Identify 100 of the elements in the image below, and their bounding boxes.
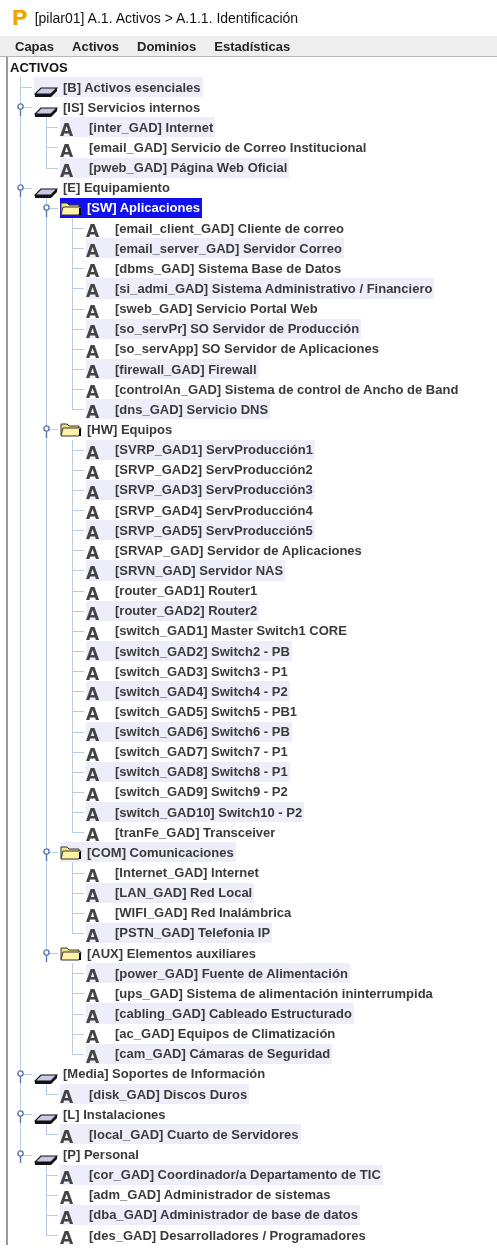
tree-item[interactable]: A [router_GAD2] Router2: [86, 600, 260, 621]
asset-icon: A: [60, 1207, 80, 1228]
node-label: [email_client_GAD] Cliente de correo: [115, 220, 344, 236]
tree-item[interactable]: A [switch_GAD6] Switch6 - PB: [86, 721, 292, 742]
node-label: [power_GAD] Fuente de Alimentación: [115, 965, 348, 981]
node-label: [Media] Soportes de Información: [63, 1066, 266, 1082]
tree-item[interactable]: A [local_GAD] Cuarto de Servidores: [60, 1124, 301, 1145]
tree-item[interactable]: A [SVRP_GAD1] ServProducción1: [86, 439, 315, 460]
node-label: [dba_GAD] Administrador de base de datos: [89, 1207, 358, 1223]
layer-icon: [34, 186, 58, 199]
node-label: [switch_GAD3] Switch3 - P1: [115, 663, 288, 679]
tree-item[interactable]: A [disk_GAD] Discos Duros: [60, 1084, 250, 1105]
node-label: [cam_GAD] Cámaras de Seguridad: [115, 1046, 331, 1062]
node-label: [dbms_GAD] Sistema Base de Datos: [115, 260, 342, 276]
expand-handle-icon[interactable]: [16, 1110, 25, 1124]
tree-item[interactable]: A [firewall_GAD] Firewall: [86, 358, 259, 380]
node-label: [IS] Servicios internos: [63, 99, 201, 115]
tree-item[interactable]: A [si_admi_GAD] Sistema Administrativo / Financiero: [86, 278, 435, 299]
asset-icon: A: [60, 1228, 80, 1249]
node-label: [ups_GAD] Sistema de alimentación ininterrumpida: [115, 985, 433, 1001]
expand-handle-icon[interactable]: [16, 183, 25, 197]
tree-item[interactable]: A [Internet_GAD] Internet: [86, 862, 261, 883]
node-label: [des_GAD] Desarrolladores / Programadores: [89, 1227, 366, 1243]
node-label: [email_GAD] Servicio de Correo Institucional: [89, 140, 367, 155]
tree-item[interactable]: [SW] Aplicaciones: [60, 197, 202, 218]
tree-item[interactable]: [IS] Servicios internos: [34, 97, 203, 118]
expand-handle-icon[interactable]: [42, 203, 51, 217]
node-label: [router_GAD2] Router2: [115, 603, 258, 619]
layer-icon: [34, 1153, 58, 1166]
tree-item[interactable]: A [dns_GAD] Servicio DNS: [86, 399, 271, 420]
node-label: [local_GAD] Cuarto de Servidores: [89, 1126, 299, 1142]
node-label: [firewall_GAD] Firewall: [115, 361, 257, 377]
node-label: [L] Instalaciones: [63, 1106, 166, 1122]
node-label: [sweb_GAD] Servicio Portal Web: [115, 301, 318, 317]
tree-item[interactable]: A [email_server_GAD] Servidor Correo: [86, 238, 344, 259]
node-label: [SRVP_GAD2] ServProducción2: [115, 462, 313, 478]
node-label: [disk_GAD] Discos Duros: [89, 1086, 248, 1102]
node-label: [PSTN_GAD] Telefonia IP: [115, 925, 271, 941]
window-title: [pilar01] A.1. Activos > A.1.1. Identificación: [34, 10, 299, 26]
app-logo: P: [12, 5, 27, 31]
tree-item[interactable]: A [switch_GAD8] Switch8 - P1: [86, 761, 290, 782]
tree-item[interactable]: A [switch_GAD10] Switch10 - P2: [86, 802, 305, 823]
tree-item[interactable]: A [dba_GAD] Administrador de base de datos: [60, 1204, 360, 1225]
expand-handle-icon[interactable]: [42, 949, 51, 963]
node-label: [so_servApp] SO Servidor de Aplicaciones: [115, 341, 379, 357]
expand-handle-icon[interactable]: [16, 1069, 25, 1083]
tree-item[interactable]: A [inter_GAD] Internet: [60, 117, 216, 138]
tree-item[interactable]: A [des_GAD] Desarrolladores / Programadores: [60, 1225, 368, 1246]
node-label: [router_GAD1] Router1: [115, 583, 258, 599]
node-label: [AUX] Elementos auxiliares: [87, 945, 257, 961]
asset-icon: A: [86, 785, 106, 805]
tree-item[interactable]: A [switch_GAD4] Switch4 - P2: [86, 681, 290, 702]
menu-item[interactable]: Dominios: [128, 38, 206, 54]
expand-handle-icon[interactable]: [16, 103, 25, 117]
node-label: [SRVP_GAD5] ServProducción5: [115, 522, 313, 538]
node-label: [so_servPr] SO Servidor de Producción: [115, 321, 360, 337]
menu-item[interactable]: Activos: [63, 38, 128, 54]
node-label: [switch_GAD8] Switch8 - P1: [115, 764, 288, 780]
tree-item[interactable]: A [SRVP_GAD5] ServProducción5: [86, 520, 315, 541]
tree-item[interactable]: A [email_client_GAD] Cliente de correo: [86, 218, 346, 239]
tree-item[interactable]: A [cabling_GAD] Cableado Estructurado: [86, 1003, 354, 1024]
node-label: [pweb_GAD] Página Web Oficial: [89, 160, 288, 176]
folder-icon: [60, 844, 82, 861]
node-label: [inter_GAD] Internet: [89, 119, 214, 135]
node-label: [SRVP_GAD3] ServProducción3: [115, 482, 313, 498]
node-label: [WIFI_GAD] Red Inalámbrica: [115, 905, 292, 921]
tree-item[interactable]: A [PSTN_GAD] Telefonia IP: [86, 922, 273, 944]
tree-item[interactable]: A [cor_GAD] Coordinador/a Departamento de TIC: [60, 1164, 383, 1185]
node-label: [E] Equipamiento: [63, 180, 170, 196]
menu-item[interactable]: Capas: [6, 38, 64, 54]
tree-item[interactable]: [B] Activos esenciales: [34, 77, 203, 98]
node-label: [ac_GAD] Equipos de Climatización: [115, 1026, 336, 1042]
node-label: [HW] Equipos: [87, 421, 173, 437]
tree-item[interactable]: A [cam_GAD] Cámaras de Seguridad: [86, 1043, 333, 1064]
tree-item[interactable]: A [pweb_GAD] Página Web Oficial: [60, 157, 290, 178]
tree-item[interactable]: A [switch_GAD2] Switch2 - PB: [86, 640, 292, 662]
tree-item[interactable]: [AUX] Elementos auxiliares: [60, 943, 259, 964]
expand-handle-icon[interactable]: [16, 1150, 25, 1164]
node-label: [P] Personal: [63, 1147, 139, 1162]
node-label: [switch_GAD9] Switch9 - P2: [115, 784, 288, 800]
node-label: [Internet_GAD] Internet: [115, 865, 259, 881]
menu-item[interactable]: Estadísticas: [205, 38, 300, 54]
tree-item[interactable]: A [SRVN_GAD] Servidor NAS: [86, 560, 286, 581]
node-label: [switch_GAD7] Switch7 - P1: [115, 744, 288, 760]
expand-handle-icon[interactable]: [42, 848, 51, 862]
expand-handle-icon[interactable]: [42, 425, 51, 439]
tree-root[interactable]: ACTIVOS: [8, 59, 68, 77]
tree-item[interactable]: A [power_GAD] Fuente de Alimentación: [86, 963, 350, 984]
tree-item[interactable]: A [so_servPr] SO Servidor de Producción: [86, 318, 362, 339]
node-label: [LAN_GAD] Red Local: [115, 885, 253, 901]
node-label: [si_admi_GAD] Sistema Administrativo / Financiero: [115, 280, 433, 296]
node-label: [COM] Comunicaciones: [87, 844, 234, 860]
tree-item[interactable]: [COM] Comunicaciones: [60, 842, 236, 863]
folder-icon: [60, 945, 82, 962]
tree-item[interactable]: A [switch_GAD3] Switch3 - P1: [86, 661, 290, 682]
node-label: [email_server_GAD] Servidor Correo: [115, 240, 342, 256]
layer-icon: [34, 1113, 58, 1126]
tree-item[interactable]: A [LAN_GAD] Red Local: [86, 882, 255, 903]
node-label: [controlAn_GAD] Sistema de control de Ancho de Band: [115, 381, 459, 397]
tree-item[interactable]: A [SRVP_GAD3] ServProducción3: [86, 479, 315, 500]
